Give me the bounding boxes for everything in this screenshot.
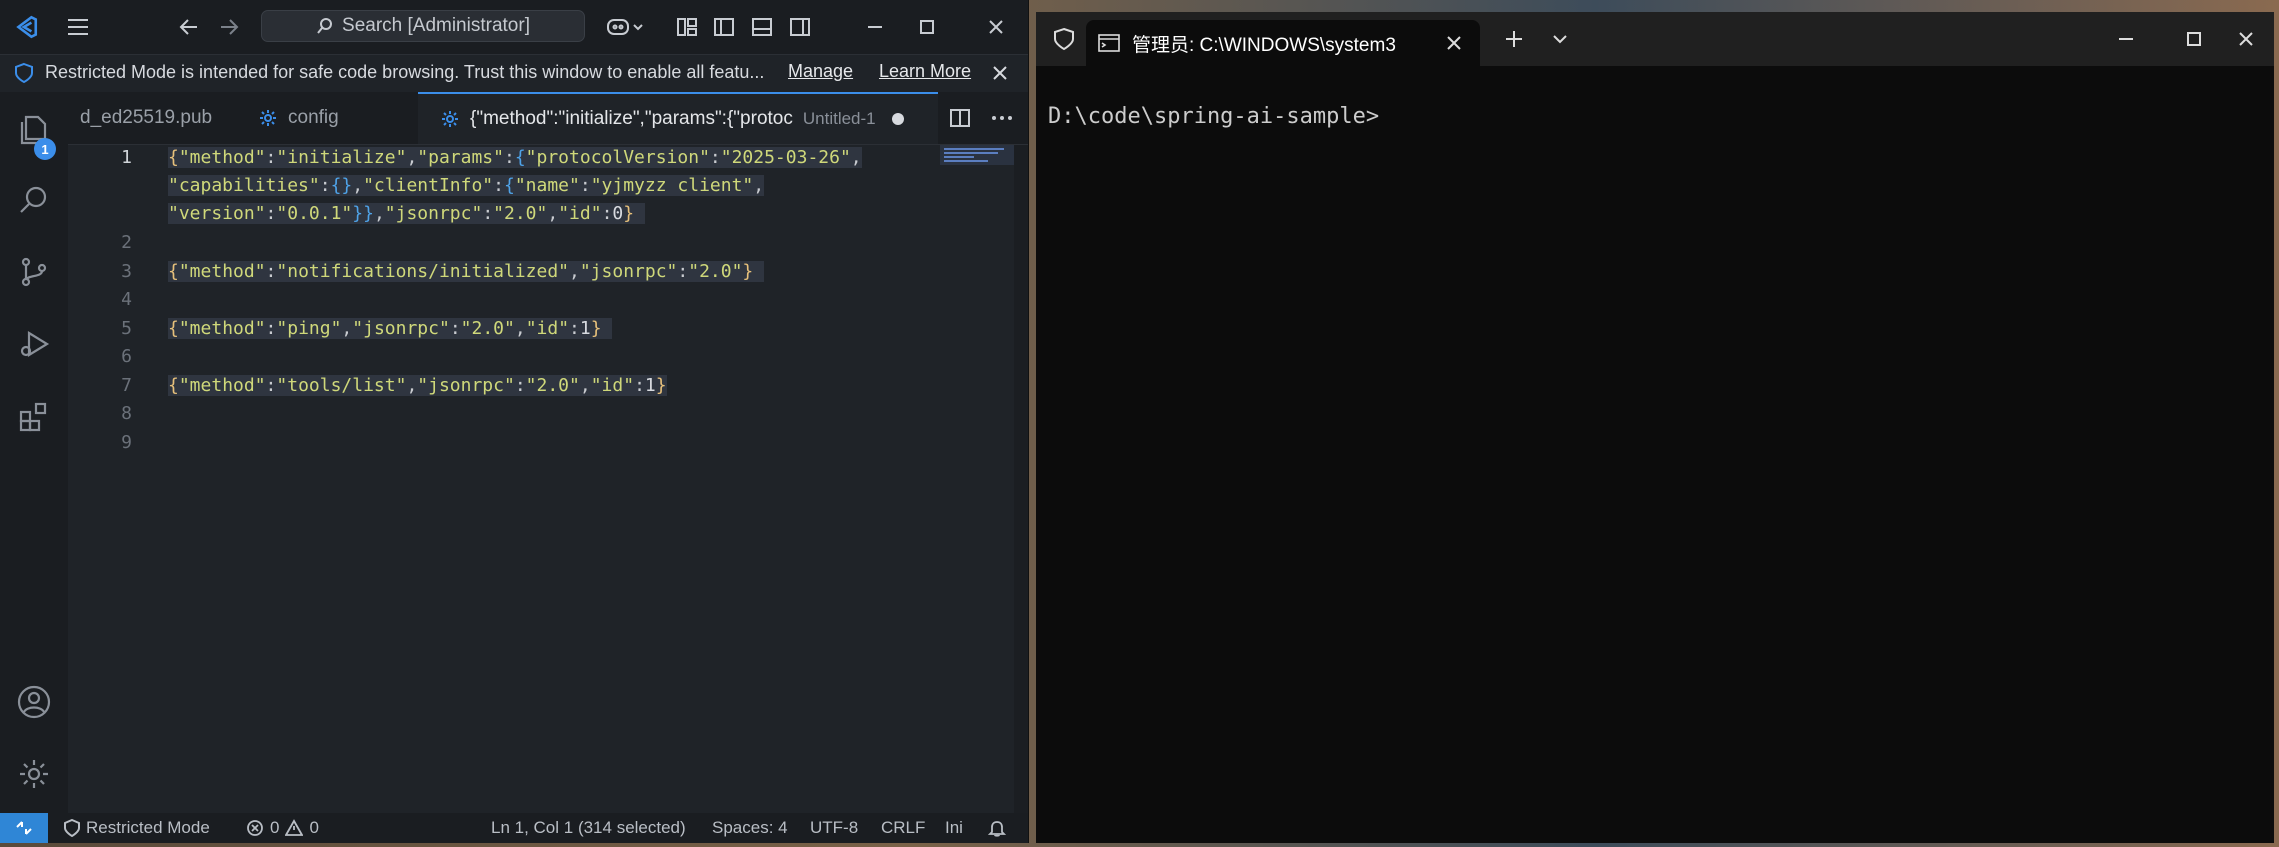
vscode-logo-icon [6,0,46,54]
line-number: 6 [121,346,132,367]
restricted-mode-label: Restricted Mode [86,818,210,837]
maximize-icon[interactable] [2168,12,2220,66]
restricted-mode-banner: Restricted Mode is intended for safe cod… [0,55,1028,91]
more-actions-icon[interactable] [982,92,1022,144]
cursor-position[interactable]: Ln 1, Col 1 (314 selected) [491,813,686,843]
code-line-3: {"method":"notifications/initialized","j… [168,261,765,282]
editor-tab-bar: d_ed25519.pub config {"method":"initiali… [68,92,1028,145]
status-bar: Restricted Mode 0 0 Ln 1, Col 1 (314 sel… [0,813,1028,843]
forward-arrow-icon[interactable] [212,0,246,54]
error-count: 0 [270,818,280,837]
vscode-titlebar: Search [Administrator] [0,0,1028,55]
line-number: 2 [121,232,132,253]
search-placeholder: Search [Administrator] [342,15,530,36]
back-arrow-icon[interactable] [172,0,206,54]
terminal-window: 管理员: C:\WINDOWS\system3 D:\code\spring-a… [1036,12,2274,843]
terminal-titlebar: 管理员: C:\WINDOWS\system3 [1036,12,2274,66]
tab-label: {"method":"initialize","params":{"protoc [470,108,793,129]
remote-indicator[interactable] [0,813,48,843]
encoding[interactable]: UTF-8 [810,813,858,843]
tab-label: d_ed25519.pub [80,107,213,128]
tab-sublabel: Untitled-1 [802,109,876,128]
search-activity-icon[interactable] [0,170,68,230]
code-line-1a: {"method":"initialize","params":{"protoc… [168,147,862,168]
terminal-tab-title: 管理员: C:\WINDOWS\system3 [1132,34,1396,56]
vscode-window: Search [Administrator] Restricted Mode i… [0,0,1029,843]
shield-icon[interactable] [1046,12,1082,66]
end-of-line[interactable]: CRLF [881,813,925,843]
line-number: 5 [121,318,132,339]
activity-bar: 1 [0,92,68,813]
warning-icon [285,819,304,836]
line-number: 1 [121,147,132,168]
search-icon [317,18,333,34]
customize-layout-icon[interactable] [670,0,704,54]
code-line-1c: "version":"0.0.1"}},"jsonrpc":"2.0","id"… [168,203,645,224]
tab-config[interactable]: config [236,92,416,144]
tab-ed25519-pub[interactable]: d_ed25519.pub [68,92,236,144]
line-number: 9 [121,432,132,453]
minimap[interactable] [940,145,1014,165]
new-tab-plus-icon[interactable] [1492,12,1536,66]
line-number: 8 [121,403,132,424]
close-icon[interactable] [2220,12,2272,66]
explorer-icon[interactable]: 1 [0,100,68,160]
error-icon [247,820,263,836]
problems-status[interactable]: 0 0 [246,813,319,843]
toggle-secondary-sidebar-icon[interactable] [783,0,817,54]
tab-close-icon[interactable] [1446,35,1462,51]
tab-untitled-1[interactable]: {"method":"initialize","params":{"protoc… [418,92,938,144]
cmd-icon [1098,34,1120,52]
line-number: 3 [121,261,132,282]
code-line-1b: "capabilities":{},"clientInfo":{"name":"… [168,175,765,196]
command-center-search[interactable]: Search [Administrator] [261,10,585,42]
code-line-5: {"method":"ping","jsonrpc":"2.0","id":1} [168,318,613,339]
toggle-primary-sidebar-icon[interactable] [707,0,741,54]
copilot-icon[interactable] [600,0,650,54]
code-line-7: {"method":"tools/list","jsonrpc":"2.0","… [168,375,667,396]
remote-icon [16,821,32,835]
tab-label: config [288,107,339,128]
run-debug-icon[interactable] [0,314,68,374]
terminal-prompt: D:\code\spring-ai-sample> [1048,104,1380,129]
gear-icon [442,111,458,127]
learn-more-link[interactable]: Learn More [879,61,971,82]
settings-gear-icon[interactable] [0,744,68,804]
notifications-bell-icon[interactable] [988,813,1006,843]
line-number: 7 [121,375,132,396]
language-mode[interactable]: Ini [945,813,963,843]
toggle-panel-icon[interactable] [745,0,779,54]
editor-area[interactable]: 1 2 3 4 5 6 7 8 9 {"method":"initialize"… [68,145,1028,813]
warning-count: 0 [309,818,319,837]
split-editor-icon[interactable] [940,92,980,144]
accounts-icon[interactable] [0,672,68,732]
explorer-badge: 1 [34,138,56,160]
minimize-icon[interactable] [2100,12,2152,66]
shield-icon [64,819,80,837]
line-number: 4 [121,289,132,310]
menu-icon[interactable] [60,0,96,54]
minimize-icon[interactable] [850,0,900,54]
terminal-tab[interactable]: 管理员: C:\WINDOWS\system3 [1086,20,1480,66]
manage-link[interactable]: Manage [788,61,853,82]
dropdown-chevron-icon[interactable] [1538,12,1582,66]
source-control-icon[interactable] [0,242,68,302]
terminal-output[interactable]: D:\code\spring-ai-sample> [1048,104,2274,129]
vertical-scrollbar[interactable] [1014,145,1028,813]
maximize-icon[interactable] [902,0,952,54]
indentation[interactable]: Spaces: 4 [712,813,788,843]
gear-icon [260,110,276,126]
restricted-mode-status[interactable]: Restricted Mode [64,813,210,843]
unsaved-dot-icon[interactable] [891,113,904,125]
shield-icon [15,62,33,84]
banner-close-icon[interactable] [992,65,1008,81]
banner-message: Restricted Mode is intended for safe cod… [45,62,765,82]
close-icon[interactable] [970,0,1022,54]
extensions-icon[interactable] [0,387,68,447]
